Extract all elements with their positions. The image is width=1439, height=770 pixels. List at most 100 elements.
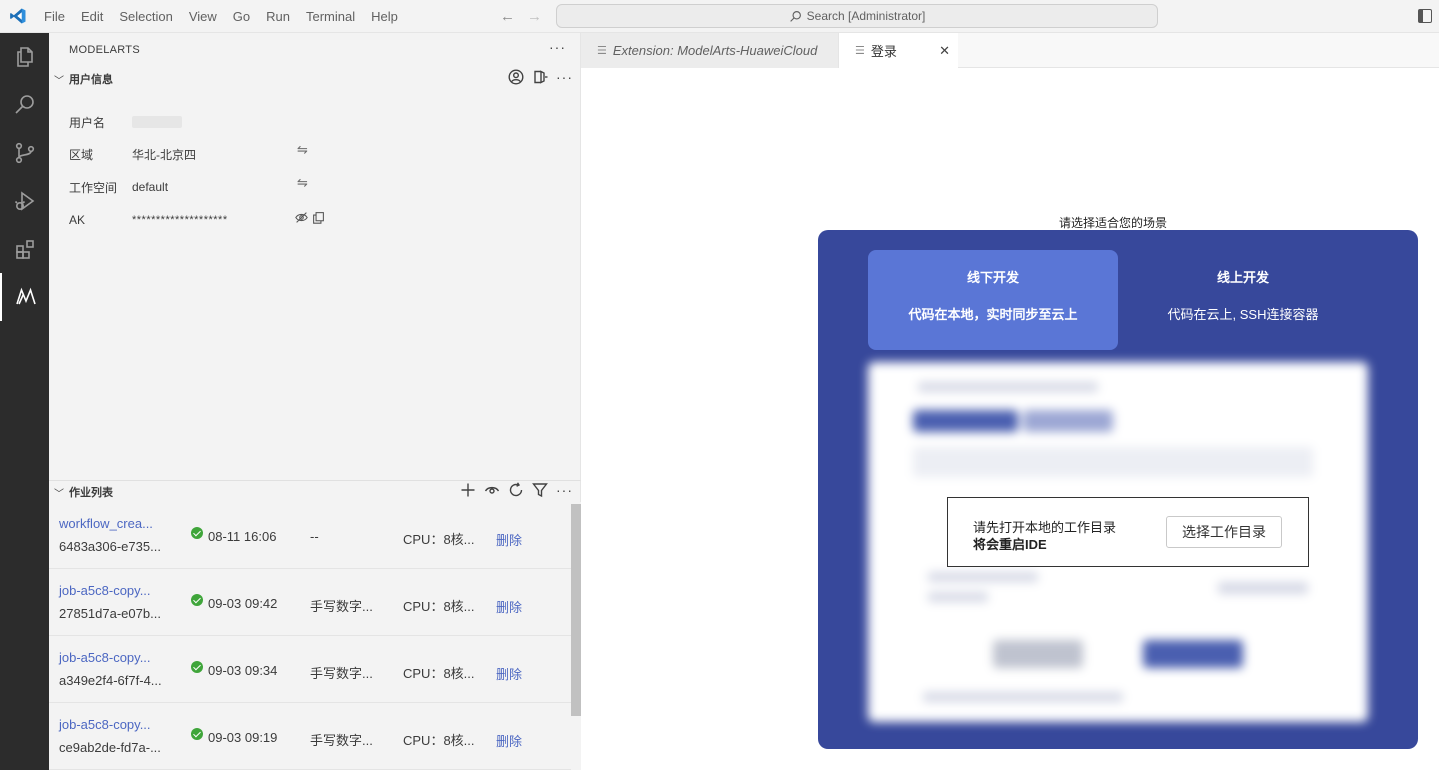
- job-resource: CPU：8核...: [403, 532, 475, 547]
- online-development-option[interactable]: 线上开发 代码在云上, SSH连接容器: [1118, 250, 1368, 350]
- menu-terminal[interactable]: Terminal: [298, 0, 363, 33]
- dialog-warning: 将会重启IDE: [973, 537, 1047, 552]
- eye-icon[interactable]: [484, 482, 500, 498]
- info-row-workspace: 工作空间 default ⇋: [69, 175, 329, 197]
- refresh-icon[interactable]: [508, 482, 524, 498]
- job-row[interactable]: job-a5c8-copy... 27851d7a-e07b... 09-03 …: [49, 569, 571, 636]
- job-id: a349e2f4-6f7f-4...: [59, 673, 162, 688]
- region-label: 区域: [69, 147, 94, 162]
- job-name-link[interactable]: job-a5c8-copy...: [59, 650, 151, 665]
- vscode-logo-icon: [0, 0, 36, 33]
- sidebar-more-actions-icon[interactable]: ···: [549, 39, 566, 55]
- job-time: 09-03 09:34: [208, 663, 278, 678]
- forward-arrow-icon[interactable]: →: [527, 8, 542, 25]
- add-icon[interactable]: [460, 482, 476, 498]
- menu-view[interactable]: View: [181, 0, 225, 33]
- info-row-ak: AK ********************: [69, 210, 329, 230]
- editor-tabs: ☰ Extension: ModelArts-HuaweiCloud ☰ 登录 …: [581, 33, 1439, 68]
- tab-login[interactable]: ☰ 登录 ✕: [839, 33, 958, 68]
- login-webview: 请选择适合您的场景 线下开发 代码在本地，实时同步至云上 线上开发 代码在云上,…: [581, 68, 1439, 770]
- status-success-icon: [191, 728, 203, 740]
- offline-development-option[interactable]: 线下开发 代码在本地，实时同步至云上: [868, 250, 1118, 350]
- explorer-icon[interactable]: [0, 33, 49, 81]
- job-list-more-icon[interactable]: ···: [556, 482, 573, 498]
- job-resource: CPU：8核...: [403, 599, 475, 614]
- info-row-region: 区域 华北-北京四 ⇋: [69, 142, 329, 164]
- user-info-more-icon[interactable]: ···: [556, 69, 573, 85]
- menu-edit[interactable]: Edit: [73, 0, 111, 33]
- extensions-icon[interactable]: [0, 225, 49, 273]
- username-label: 用户名: [69, 115, 106, 130]
- user-info-section-header[interactable]: ﹀ 用户信息 ···: [49, 68, 581, 90]
- menu-bar: File Edit Selection View Go Run Terminal…: [36, 0, 406, 33]
- tab-login-label: 登录: [870, 44, 897, 59]
- job-name-link[interactable]: job-a5c8-copy...: [59, 717, 151, 732]
- toggle-sidebar-layout-icon[interactable]: [1418, 9, 1432, 23]
- file-lines-icon: ☰: [597, 45, 607, 57]
- delete-job-button[interactable]: 删除: [496, 731, 522, 750]
- menu-run[interactable]: Run: [258, 0, 298, 33]
- search-view-icon[interactable]: [0, 81, 49, 129]
- job-description: --: [310, 529, 319, 544]
- job-list-section-label: 作业列表: [69, 487, 113, 499]
- delete-job-button[interactable]: 删除: [496, 664, 522, 683]
- job-id: 6483a306-e735...: [59, 539, 161, 554]
- job-description: 手写数字...: [310, 666, 373, 681]
- file-lines-icon: ☰: [855, 45, 865, 57]
- menu-go[interactable]: Go: [225, 0, 258, 33]
- menu-file[interactable]: File: [36, 0, 73, 33]
- job-list-actions: ···: [460, 482, 573, 498]
- tab-extension-modelarts[interactable]: ☰ Extension: ModelArts-HuaweiCloud: [581, 33, 839, 68]
- user-info-section-label: 用户信息: [69, 74, 113, 86]
- job-list-scrollbar-thumb[interactable]: [571, 504, 581, 716]
- chevron-down-icon: ﹀: [54, 488, 64, 500]
- copy-icon[interactable]: [312, 211, 325, 224]
- job-row[interactable]: workflow_crea... 6483a306-e735... 08-11 …: [49, 502, 571, 569]
- option-title: 线上开发: [1216, 270, 1269, 285]
- logout-icon[interactable]: [532, 69, 548, 85]
- ak-value: ********************: [132, 214, 228, 226]
- job-name-link[interactable]: workflow_crea...: [59, 516, 153, 531]
- source-control-icon[interactable]: [0, 129, 49, 177]
- account-icon[interactable]: [508, 69, 524, 85]
- job-list-section-header[interactable]: ﹀ 作业列表 ···: [49, 481, 581, 503]
- navigation-arrows: ← →: [500, 0, 542, 33]
- filter-icon[interactable]: [532, 482, 548, 498]
- select-workspace-button[interactable]: 选择工作目录: [1166, 516, 1282, 548]
- chevron-down-icon: ﹀: [54, 75, 64, 87]
- menu-help[interactable]: Help: [363, 0, 406, 33]
- job-row[interactable]: job-a5c8-copy... a349e2f4-6f7f-4... 09-0…: [49, 636, 571, 703]
- eye-closed-icon[interactable]: [295, 211, 308, 224]
- switch-region-icon[interactable]: ⇋: [297, 142, 308, 158]
- back-arrow-icon[interactable]: ←: [500, 8, 515, 25]
- workspace-label: 工作空间: [69, 180, 118, 195]
- ak-label: AK: [69, 213, 86, 227]
- menu-selection[interactable]: Selection: [111, 0, 180, 33]
- option-description: 代码在云上, SSH连接容器: [1167, 307, 1319, 322]
- search-placeholder: Search [Administrator]: [806, 9, 926, 23]
- side-bar: MODELARTS ··· ﹀ 用户信息 ··· 用户名 区域 华北-北京四 ⇋…: [49, 33, 581, 770]
- switch-workspace-icon[interactable]: ⇋: [297, 175, 308, 191]
- status-success-icon: [191, 527, 203, 539]
- job-time: 09-03 09:19: [208, 730, 278, 745]
- job-name-link[interactable]: job-a5c8-copy...: [59, 583, 151, 598]
- delete-job-button[interactable]: 删除: [496, 530, 522, 549]
- run-debug-icon[interactable]: [0, 177, 49, 225]
- close-icon[interactable]: ✕: [939, 43, 950, 59]
- user-info-actions: ···: [508, 69, 573, 85]
- job-id: 27851d7a-e07b...: [59, 606, 161, 621]
- scene-selection-card: 线下开发 代码在本地，实时同步至云上 线上开发 代码在云上, SSH连接容器 请…: [818, 230, 1418, 749]
- option-description: 代码在本地，实时同步至云上: [908, 307, 1078, 322]
- status-success-icon: [191, 661, 203, 673]
- job-list: workflow_crea... 6483a306-e735... 08-11 …: [49, 502, 581, 770]
- info-row-username: 用户名: [69, 112, 182, 132]
- region-value: 华北-北京四: [132, 147, 196, 162]
- delete-job-button[interactable]: 删除: [496, 597, 522, 616]
- job-time: 09-03 09:42: [208, 596, 278, 611]
- tab-extension-label: Extension: ModelArts-HuaweiCloud: [612, 43, 818, 58]
- activity-bar: [0, 33, 49, 770]
- job-description: 手写数字...: [310, 733, 373, 748]
- modelarts-icon[interactable]: [0, 273, 49, 321]
- job-row[interactable]: job-a5c8-copy... ce9ab2de-fd7a-... 09-03…: [49, 703, 571, 770]
- command-center-search[interactable]: Search [Administrator]: [556, 4, 1158, 28]
